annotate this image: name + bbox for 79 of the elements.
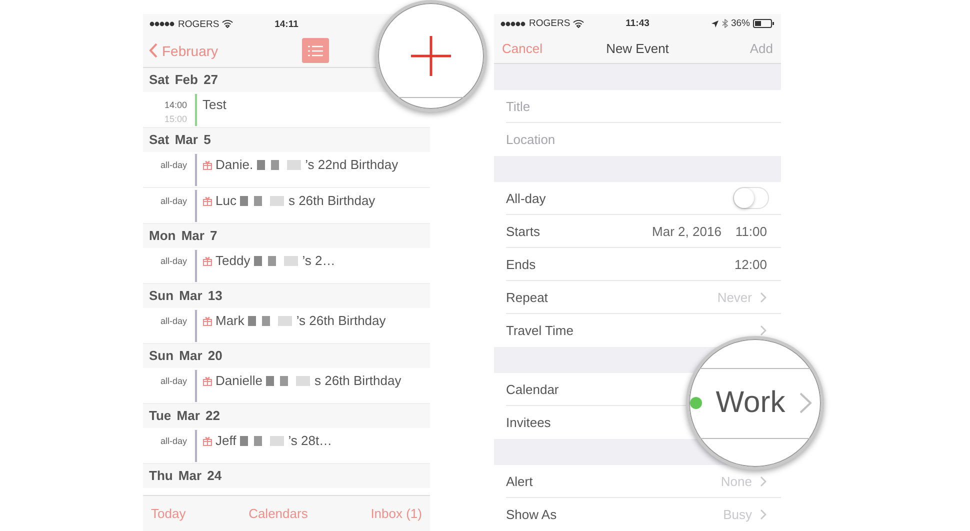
day-header: Thu Mar 24 xyxy=(143,464,430,488)
redaction-block xyxy=(257,160,302,170)
redaction-block xyxy=(248,316,292,326)
location-arrow-icon xyxy=(710,20,719,28)
time-value[interactable]: 12:00 xyxy=(734,256,767,272)
all-day-label: all-day xyxy=(160,196,187,206)
day-header: Sun Mar 13 xyxy=(143,284,430,308)
end-time: 15:00 xyxy=(164,114,187,124)
event-title[interactable]: ’s 26th Birthday xyxy=(296,313,386,328)
event-title[interactable]: Jeff xyxy=(216,433,236,448)
day-header: Tue Mar 22 xyxy=(143,404,430,428)
all-day-label: all-day xyxy=(160,316,187,326)
battery-percent: 36% xyxy=(730,18,750,30)
back-chevron-icon xyxy=(149,43,158,58)
redaction-block xyxy=(240,436,284,446)
row-label[interactable]: Show As xyxy=(506,507,557,522)
time-value[interactable]: 11:00 xyxy=(735,224,767,238)
event-title[interactable]: ’s 2… xyxy=(302,253,336,268)
signal-icon xyxy=(500,20,526,27)
carrier-name: ROGERS xyxy=(178,18,220,30)
gift-icon xyxy=(202,256,212,266)
event-title[interactable]: ’s 28t… xyxy=(288,433,332,448)
text-field[interactable]: Location xyxy=(506,132,767,147)
date-value[interactable]: Mar 2, 2016 xyxy=(652,224,722,238)
list-icon xyxy=(308,44,323,56)
event-title[interactable]: Mark xyxy=(216,313,244,328)
row-label[interactable]: Invitees xyxy=(506,415,551,430)
event-title[interactable]: Teddy xyxy=(216,253,250,268)
status-time: 14:11 xyxy=(274,18,298,30)
day-header: Mon Mar 7 xyxy=(143,224,430,248)
event-title[interactable]: Danie. xyxy=(216,157,254,172)
row-value: Never xyxy=(717,290,752,304)
calendar-value[interactable]: Work xyxy=(716,386,786,420)
day-header: Sat Mar 5 xyxy=(143,128,430,152)
chevron-icon xyxy=(760,509,767,520)
redaction-block xyxy=(266,376,310,386)
battery-icon xyxy=(753,19,775,28)
event-title[interactable]: Test xyxy=(202,97,226,112)
row-label[interactable]: Alert xyxy=(506,474,533,488)
list-view-button[interactable] xyxy=(302,38,329,63)
wifi-icon xyxy=(573,20,584,28)
event-title[interactable]: ’s 22nd Birthday xyxy=(305,157,398,172)
event-title[interactable]: s 26th Birthday xyxy=(314,373,402,388)
gift-icon xyxy=(202,316,212,326)
event-title[interactable]: Luc xyxy=(216,193,236,208)
day-header: Sun Mar 20 xyxy=(143,344,430,368)
row-label[interactable]: Calendar xyxy=(506,382,559,396)
bluetooth-icon xyxy=(722,19,728,28)
row-label[interactable]: Travel Time xyxy=(506,323,574,338)
row-label: Ends xyxy=(506,256,536,272)
gift-icon xyxy=(202,376,212,386)
chevron-icon xyxy=(799,392,812,414)
row-value: None xyxy=(720,474,752,488)
redaction-block xyxy=(240,196,284,206)
signal-icon xyxy=(149,21,175,27)
event-title[interactable]: s 26th Birthday xyxy=(288,193,376,208)
add-icon[interactable] xyxy=(411,36,451,76)
gift-icon xyxy=(202,160,212,170)
gift-icon xyxy=(202,196,212,206)
all-day-label: all-day xyxy=(160,376,187,386)
row-label: Starts xyxy=(506,224,540,238)
event-title[interactable]: Danielle xyxy=(216,373,262,388)
status-time: 11:43 xyxy=(626,18,650,30)
all-day-label: all-day xyxy=(160,256,187,266)
row-value: Busy xyxy=(723,507,752,522)
chevron-icon xyxy=(760,292,767,302)
row-label[interactable]: Repeat xyxy=(506,290,548,304)
text-field[interactable]: Title xyxy=(506,98,767,114)
toggle-switch[interactable] xyxy=(733,187,769,209)
all-day-label: all-day xyxy=(160,160,187,170)
carrier-name: ROGERS xyxy=(529,18,570,30)
redaction-block xyxy=(254,256,298,266)
wifi-icon xyxy=(222,20,234,28)
start-time: 14:00 xyxy=(164,100,187,110)
row-label: All-day xyxy=(506,190,546,206)
screen-title: New Event xyxy=(606,40,669,56)
gift-icon xyxy=(202,436,212,446)
chevron-icon xyxy=(760,476,767,486)
all-day-label: all-day xyxy=(160,436,187,446)
